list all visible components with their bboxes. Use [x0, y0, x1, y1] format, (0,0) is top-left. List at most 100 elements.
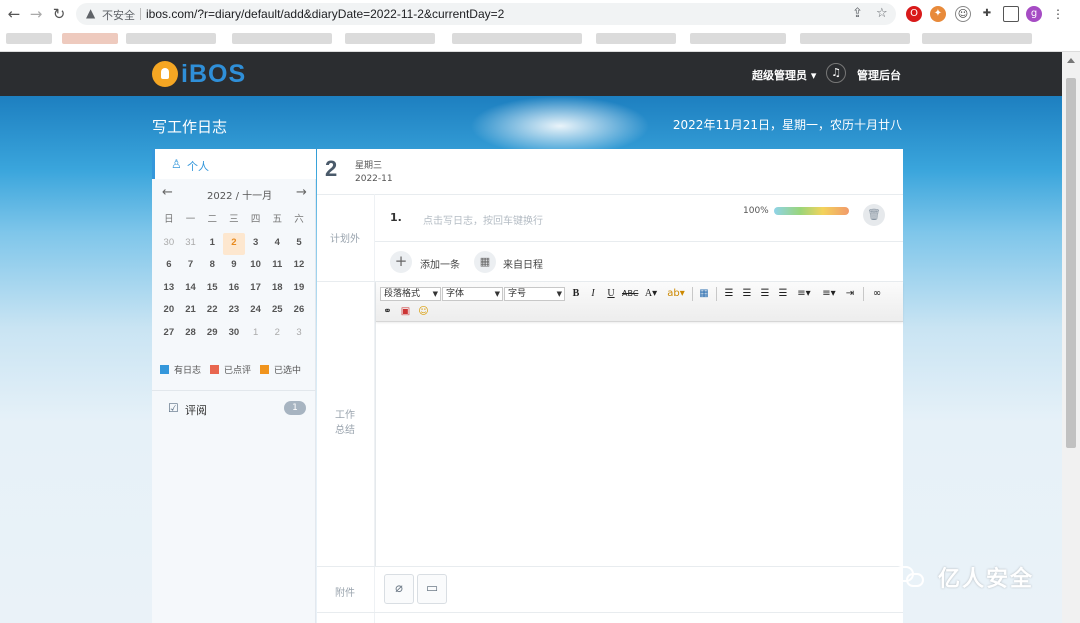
font-size-select[interactable]: 字号 ▼	[504, 287, 565, 301]
calendar-day[interactable]: 11	[266, 255, 288, 278]
plus-icon[interactable]: +	[390, 251, 412, 273]
blurred-bookmark[interactable]	[126, 33, 216, 44]
trash-icon[interactable]: 🗑	[863, 204, 885, 226]
strikethrough-icon[interactable]: ABC	[622, 287, 638, 301]
bookmark-star-icon[interactable]: ☆	[876, 6, 888, 21]
profile-avatar[interactable]: g	[1026, 6, 1042, 22]
align-right-icon[interactable]: ☰	[759, 287, 771, 301]
emoticon-icon[interactable]: ☺	[417, 305, 430, 319]
paragraph-format-select[interactable]: 段落格式 ▼	[380, 287, 441, 301]
calendar-day[interactable]: 26	[288, 300, 310, 323]
calendar-day[interactable]: 15	[201, 278, 223, 301]
forward-arrow-icon[interactable]: →	[27, 5, 45, 23]
paperclip-icon[interactable]: ⌀	[384, 574, 414, 604]
blurred-bookmark[interactable]	[232, 33, 332, 44]
link-icon[interactable]: ∞	[870, 287, 884, 301]
calendar-day[interactable]: 3	[288, 323, 310, 346]
reload-icon[interactable]: ↻	[50, 5, 68, 23]
calendar-day[interactable]: 21	[180, 300, 202, 323]
sidebar-item-review[interactable]: ☑ 评阅 1	[168, 401, 308, 417]
calendar-day[interactable]: 17	[245, 278, 267, 301]
font-color-icon[interactable]: A▾	[642, 287, 660, 301]
calendar-day[interactable]: 14	[180, 278, 202, 301]
blurred-bookmark[interactable]	[596, 33, 676, 44]
calendar-day[interactable]: 31	[180, 233, 202, 256]
rich-text-editor[interactable]: 段落格式 ▼ 字体 ▼ 字号 ▼ B I U ABC A▾ ab▾ ▦ ☰ ☰ ☰ ☰…	[375, 282, 903, 566]
url-text[interactable]: ibos.com/?r=diary/default/add&diaryDate=…	[146, 7, 504, 21]
calendar-day[interactable]: 9	[223, 255, 245, 278]
calendar-day[interactable]: 13	[158, 278, 180, 301]
sidebar-item-personal[interactable]: ♙ 个人	[152, 149, 316, 179]
page-scrollbar[interactable]	[1062, 52, 1080, 623]
back-arrow-icon[interactable]: ←	[5, 5, 23, 23]
unlink-icon[interactable]: ⚭	[381, 305, 394, 319]
align-justify-icon[interactable]: ☰	[777, 287, 789, 301]
fox-extension-icon[interactable]: ✦	[930, 6, 946, 22]
bell-icon[interactable]: ♫	[826, 63, 846, 83]
from-schedule-button[interactable]: 来自日程	[503, 256, 543, 271]
ordered-list-icon[interactable]: ≡▾	[794, 287, 814, 301]
italic-icon[interactable]: I	[587, 287, 599, 301]
align-left-icon[interactable]: ☰	[723, 287, 735, 301]
blurred-bookmark[interactable]	[800, 33, 910, 44]
calendar-day[interactable]: 30	[223, 323, 245, 346]
calendar-day[interactable]: 6	[158, 255, 180, 278]
opera-extension-icon[interactable]: O	[906, 6, 922, 22]
share-icon[interactable]: ⇪	[852, 6, 863, 21]
admin-backend-link[interactable]: 管理后台	[857, 67, 901, 83]
plan-item-input[interactable]: 点击写日志，按回车键换行	[423, 212, 543, 227]
calendar-day[interactable]: 25	[266, 300, 288, 323]
blurred-bookmark[interactable]	[345, 33, 435, 44]
calendar-day[interactable]: 12	[288, 255, 310, 278]
calendar-day[interactable]: 24	[245, 300, 267, 323]
calendar-day[interactable]: 5	[288, 233, 310, 256]
progress-bar[interactable]	[774, 207, 849, 215]
ibos-logo[interactable]: iBOS	[152, 59, 246, 89]
calendar-day[interactable]: 2	[266, 323, 288, 346]
calendar-day[interactable]: 3	[245, 233, 267, 256]
calendar-day[interactable]: 2	[223, 232, 245, 255]
scroll-up-arrow-icon[interactable]	[1067, 58, 1075, 63]
calendar-day[interactable]: 27	[158, 323, 180, 346]
calendar-day[interactable]: 30	[158, 233, 180, 256]
table-icon[interactable]: ▦	[698, 287, 710, 301]
more-menu-icon[interactable]: ⋮	[1050, 6, 1066, 22]
calendar-day[interactable]: 8	[201, 255, 223, 278]
calendar-day[interactable]: 16	[223, 278, 245, 301]
calendar-day[interactable]: 1	[245, 323, 267, 346]
image-icon[interactable]: ▣	[399, 305, 412, 319]
calendar-day[interactable]: 19	[288, 278, 310, 301]
scrollbar-thumb[interactable]	[1066, 78, 1076, 448]
calendar-day[interactable]: 23	[223, 300, 245, 323]
blurred-bookmark[interactable]	[922, 33, 1032, 44]
calendar-day[interactable]: 29	[201, 323, 223, 346]
robot-extension-icon[interactable]: ☺	[955, 6, 971, 22]
calendar-day[interactable]: 10	[245, 255, 267, 278]
schedule-calendar-icon[interactable]: ▦	[474, 251, 496, 273]
calendar-day[interactable]: 7	[180, 255, 202, 278]
calendar-day[interactable]: 4	[266, 233, 288, 256]
folder-icon[interactable]: ▭	[417, 574, 447, 604]
bold-icon[interactable]: B	[570, 287, 582, 301]
puzzle-extensions-icon[interactable]: ✚	[979, 6, 995, 22]
font-family-select[interactable]: 字体 ▼	[442, 287, 503, 301]
align-center-icon[interactable]: ☰	[741, 287, 753, 301]
calendar-day[interactable]: 1	[201, 233, 223, 256]
highlight-color-icon[interactable]: ab▾	[665, 287, 687, 301]
underline-icon[interactable]: U	[605, 287, 617, 301]
calendar-day[interactable]: 20	[158, 300, 180, 323]
blurred-bookmark[interactable]	[6, 33, 52, 44]
add-item-button[interactable]: 添加一条	[420, 256, 460, 271]
next-month-arrow-icon[interactable]: →	[296, 185, 307, 200]
calendar-day[interactable]: 22	[201, 300, 223, 323]
unordered-list-icon[interactable]: ≡▾	[819, 287, 839, 301]
blurred-bookmark[interactable]	[690, 33, 786, 44]
blurred-bookmark[interactable]	[62, 33, 118, 44]
blurred-bookmark[interactable]	[452, 33, 582, 44]
calendar-day[interactable]: 28	[180, 323, 202, 346]
admin-user-menu[interactable]: 超级管理员 ▾	[752, 67, 816, 83]
address-bar[interactable]: ▲ 不安全 ibos.com/?r=diary/default/add&diar…	[76, 3, 896, 25]
calendar-day[interactable]: 18	[266, 278, 288, 301]
sidepanel-icon[interactable]	[1003, 6, 1019, 22]
prev-month-arrow-icon[interactable]: ←	[162, 185, 173, 200]
